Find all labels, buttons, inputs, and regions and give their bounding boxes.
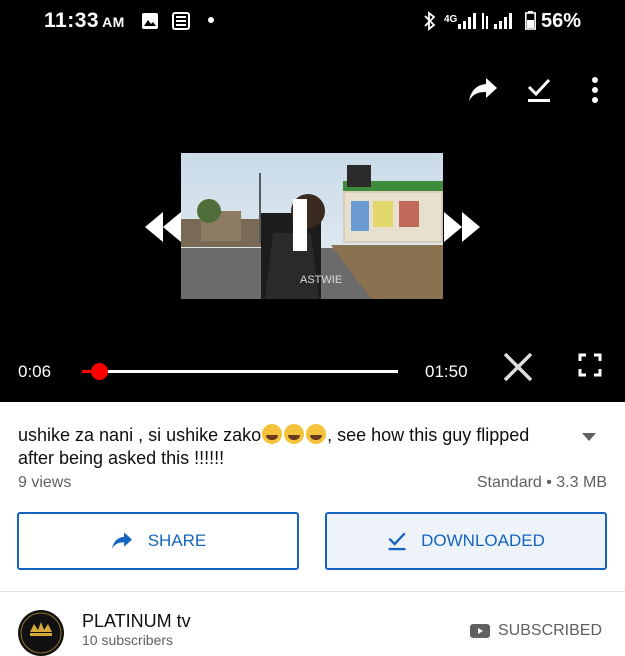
channel-avatar[interactable] [18,610,64,656]
frame-jersey-text: ASTWIE [300,274,342,286]
share-button[interactable]: SHARE [17,512,299,570]
progress-thumb[interactable] [91,363,108,380]
network-type-text: 4G [444,14,458,25]
download-quality: Standard • 3.3 MB [476,474,607,491]
news-icon [172,12,190,30]
grimace-emoji-icon [262,424,283,444]
laughing-emoji-icon [306,424,327,444]
video-player[interactable]: 11:33 AM 4G 56% ASTWIE 0:06 01:50 [0,0,625,402]
video-frame[interactable]: ASTWIE [181,153,443,299]
laughing-emoji-icon [284,424,305,444]
progress-track[interactable] [98,370,398,373]
signal-icon [458,13,512,29]
channel-name[interactable]: PLATINUM tv [82,611,191,632]
youtube-icon [470,624,490,638]
download-check-icon[interactable] [526,76,552,104]
download-check-icon [388,532,406,551]
share-label: SHARE [147,531,207,550]
title-text-start: ushike za nani , si ushike zako [18,425,262,445]
current-time: 0:06 [18,362,52,381]
rewind-icon[interactable] [143,210,183,244]
crown-logo-icon [20,612,62,654]
subscribed-button[interactable]: SUBSCRIBED [470,622,602,640]
downloaded-button[interactable]: DOWNLOADED [325,512,607,570]
share-icon[interactable] [468,76,498,104]
status-bar: 11:33 AM 4G 56% [0,0,625,44]
ampm-text: AM [102,14,125,30]
battery-icon [525,11,536,30]
notification-dot-icon [208,17,214,23]
subscriber-count: 10 subscribers [82,632,174,648]
chevron-down-icon[interactable] [582,433,596,441]
subscribed-label: SUBSCRIBED [498,622,603,639]
battery-percent-text: 56% [541,10,582,32]
clock-text: 11:33 [44,9,100,32]
gallery-icon [142,13,158,29]
fullscreen-icon[interactable] [578,353,602,377]
status-time: 11:33 AM [44,9,125,33]
duration-time: 01:50 [425,362,468,381]
downloaded-label: DOWNLOADED [421,531,545,550]
video-frame-image: ASTWIE [181,153,443,299]
video-title: ushike za nani , si ushike zako, see how… [18,424,563,470]
fast-forward-icon[interactable] [442,210,482,244]
close-icon[interactable] [502,351,534,383]
divider [0,591,625,592]
share-icon [111,532,132,549]
bluetooth-icon [424,11,436,31]
view-count: 9 views [18,474,72,491]
more-options-icon[interactable] [589,76,601,104]
